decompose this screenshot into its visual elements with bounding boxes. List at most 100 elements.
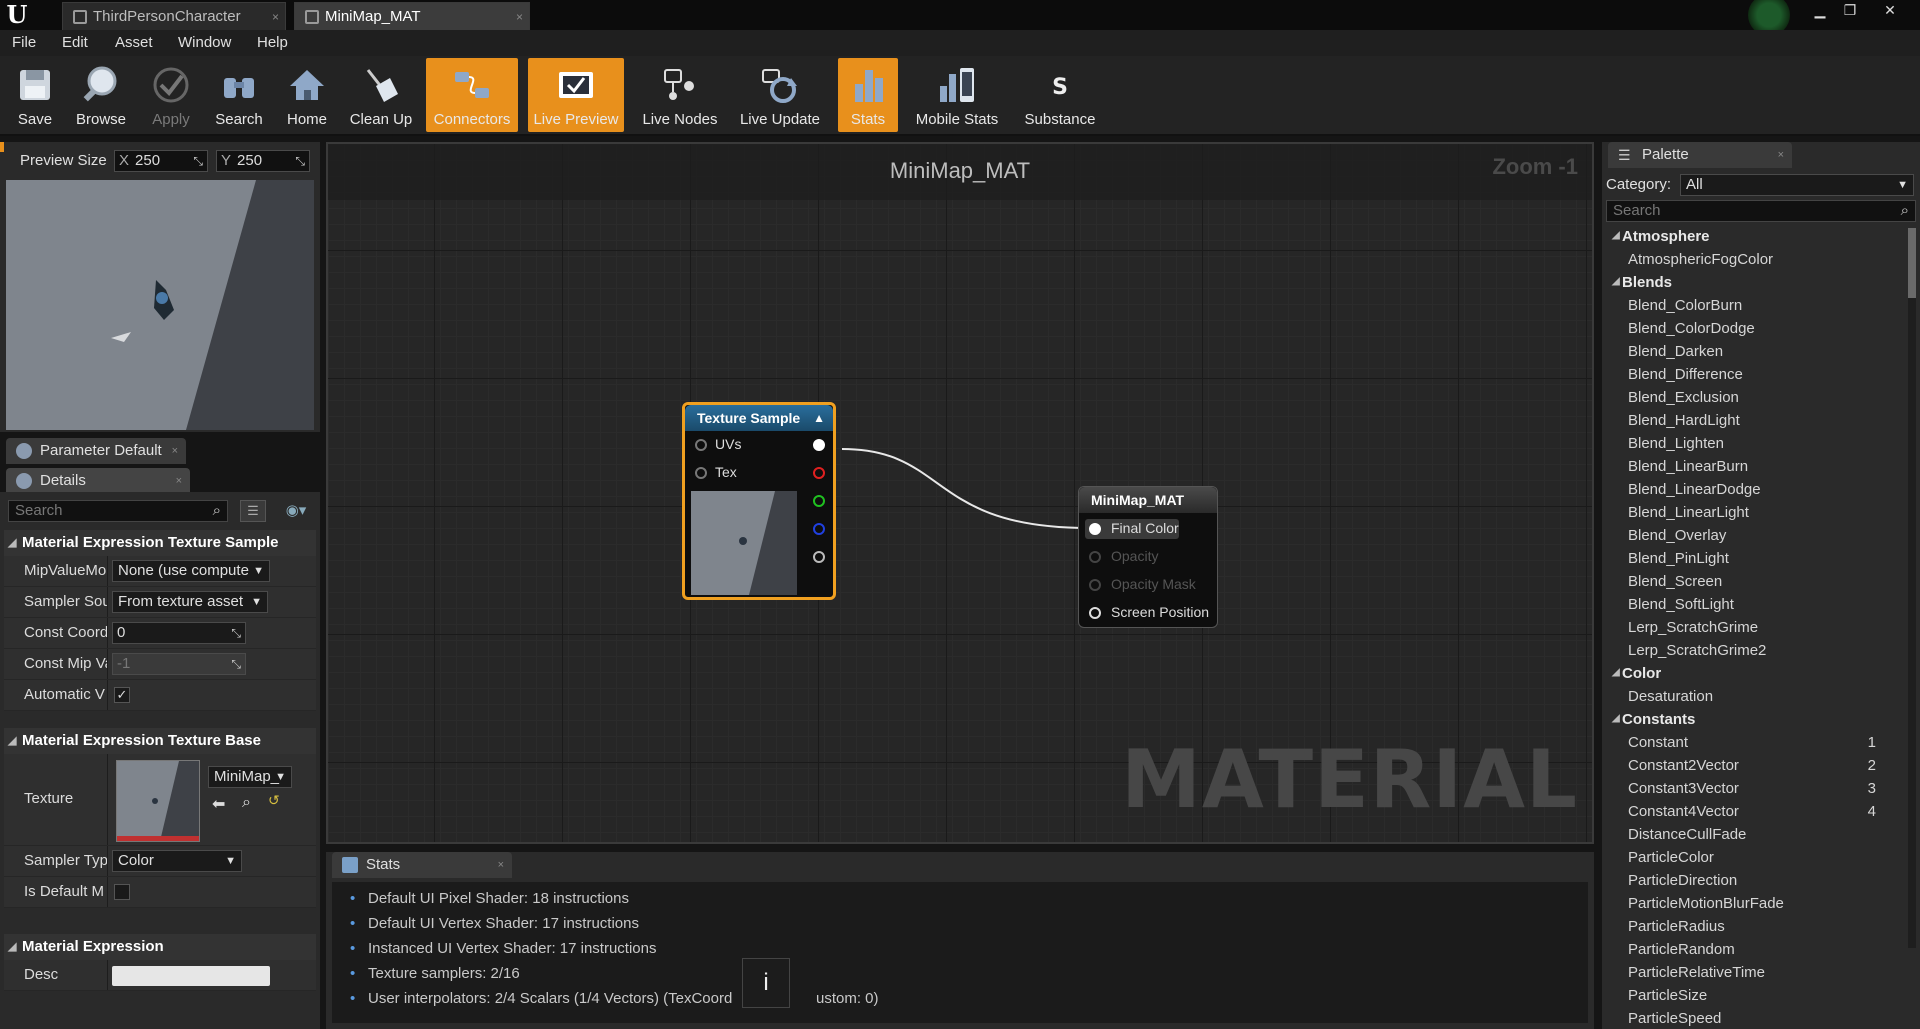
palette-item[interactable]: Blend_LinearBurn (1606, 458, 1904, 480)
category-dropdown[interactable]: All ▼ (1680, 174, 1914, 196)
tab-minimap-mat[interactable]: MiniMap_MAT × (294, 2, 530, 30)
pin-opacity-mask-input[interactable] (1089, 579, 1101, 591)
palette-scrollbar[interactable] (1908, 228, 1916, 948)
sampler-source-dropdown[interactable]: From texture asset ▼ (112, 591, 268, 613)
menu-file[interactable]: File (12, 34, 36, 51)
palette-item[interactable]: Blend_Screen (1606, 573, 1904, 595)
palette-item[interactable]: AtmosphericFogColor (1606, 251, 1904, 273)
clean-up-button[interactable]: Clean Up (346, 58, 416, 132)
use-selected-asset-icon[interactable]: ⬅ (212, 794, 225, 814)
const-coordinate-field[interactable]: 0 ⤡ (112, 622, 246, 644)
search-button[interactable]: Search (208, 58, 270, 132)
palette-item[interactable]: Blend_LinearDodge (1606, 481, 1904, 503)
mip-value-mode-dropdown[interactable]: None (use compute ▼ (112, 560, 270, 582)
pin-uvs-input[interactable] (695, 439, 707, 451)
palette-item[interactable]: Blend_Overlay (1606, 527, 1904, 549)
palette-item[interactable]: ParticleRandom (1606, 941, 1904, 963)
collapse-node-icon[interactable]: ▲ (813, 405, 825, 431)
connectors-button[interactable]: Connectors (426, 58, 518, 132)
menu-help[interactable]: Help (257, 34, 288, 51)
pin-a-output[interactable] (813, 551, 825, 563)
restore-icon[interactable]: ❐ (1836, 0, 1864, 20)
const-mip-value-field[interactable]: -1 ⤡ (112, 653, 246, 675)
close-icon[interactable]: × (176, 468, 182, 494)
palette-item[interactable]: Blend_Darken (1606, 343, 1904, 365)
palette-item[interactable]: Desaturation (1606, 688, 1904, 710)
wire-rgb-to-final-color[interactable] (841, 448, 1089, 529)
tab-third-person-character[interactable]: ThirdPersonCharacter × (62, 2, 286, 30)
material-result-node[interactable]: MiniMap_MAT Final Color Opacity Opacity … (1078, 486, 1218, 628)
palette-item[interactable]: ParticleSpeed (1606, 1010, 1904, 1029)
live-preview-button[interactable]: Live Preview (528, 58, 624, 132)
palette-item[interactable]: ParticleDirection (1606, 872, 1904, 894)
stats-button[interactable]: Stats (838, 58, 898, 132)
drag-handle-icon[interactable]: ⤡ (295, 151, 305, 171)
palette-item[interactable]: DistanceCullFade (1606, 826, 1904, 848)
tab-palette[interactable]: ☰ Palette × (1608, 142, 1792, 168)
texture-sample-node[interactable]: Texture Sample ▲ UVs Tex (682, 402, 836, 600)
drag-handle-icon[interactable]: ⤡ (231, 623, 241, 643)
close-icon[interactable]: × (172, 438, 178, 464)
minimize-icon[interactable]: ▁ (1806, 0, 1834, 20)
browse-asset-icon[interactable]: ⌕ (242, 794, 251, 812)
scrollbar-thumb[interactable] (1908, 228, 1916, 298)
menu-edit[interactable]: Edit (62, 34, 88, 51)
tab-stats[interactable]: Stats × (332, 852, 512, 878)
texture-asset-dropdown[interactable]: MiniMap_ ▼ (208, 766, 292, 788)
tab-parameter-defaults[interactable]: Parameter Default × (6, 438, 186, 464)
texture-thumbnail[interactable] (113, 760, 200, 842)
is-default-meshpaint-checkbox[interactable] (114, 884, 130, 900)
palette-item[interactable]: ParticleColor (1606, 849, 1904, 871)
pin-final-color-input[interactable] (1089, 523, 1101, 535)
palette-item[interactable]: Constant2Vector 2 (1606, 757, 1904, 779)
mobile-stats-button[interactable]: Mobile Stats (906, 58, 1008, 132)
browse-button[interactable]: Browse (70, 58, 132, 132)
palette-item[interactable]: Blend_SoftLight (1606, 596, 1904, 618)
close-icon[interactable]: × (516, 3, 523, 31)
live-nodes-button[interactable]: Live Nodes (634, 58, 726, 132)
drag-handle-icon[interactable]: ⤡ (231, 654, 241, 674)
palette-item[interactable]: Blend_PinLight (1606, 550, 1904, 572)
save-button[interactable]: Save (4, 58, 66, 132)
pin-g-output[interactable] (813, 495, 825, 507)
palette-item[interactable]: Blend_Lighten (1606, 435, 1904, 457)
palette-item[interactable]: Blend_Exclusion (1606, 389, 1904, 411)
palette-item[interactable]: Constant 1 (1606, 734, 1904, 756)
palette-item[interactable]: Lerp_ScratchGrime (1606, 619, 1904, 641)
close-icon[interactable]: × (272, 3, 279, 31)
view-options-icon[interactable]: ◉▾ (276, 500, 316, 522)
palette-item[interactable]: ParticleMotionBlurFade (1606, 895, 1904, 917)
section-material-expression[interactable]: ◢ Material Expression (4, 934, 316, 960)
palette-item[interactable]: Blend_ColorDodge (1606, 320, 1904, 342)
material-preview-viewport[interactable] (6, 180, 314, 430)
palette-search-input[interactable]: Search ⌕ (1606, 200, 1916, 222)
tab-details[interactable]: Details × (6, 468, 190, 494)
palette-item[interactable]: Constant4Vector 4 (1606, 803, 1904, 825)
section-texture-base[interactable]: ◢ Material Expression Texture Base (4, 728, 316, 754)
apply-button[interactable]: Apply (136, 58, 206, 132)
palette-item[interactable]: ParticleRadius (1606, 918, 1904, 940)
automatic-view-mip-checkbox[interactable]: ✓ (114, 687, 130, 703)
palette-item[interactable]: ParticleRelativeTime (1606, 964, 1904, 986)
pin-r-output[interactable] (813, 467, 825, 479)
palette-item[interactable]: Blend_LinearLight (1606, 504, 1904, 526)
sampler-type-dropdown[interactable]: Color ▼ (112, 850, 242, 872)
close-icon[interactable]: × (1778, 142, 1784, 168)
palette-item[interactable]: Blend_Difference (1606, 366, 1904, 388)
palette-item[interactable]: Constant3Vector 3 (1606, 780, 1904, 802)
pin-rgb-output[interactable] (813, 439, 825, 451)
palette-category[interactable]: ◢ Atmosphere (1606, 228, 1904, 250)
palette-item[interactable]: Lerp_ScratchGrime2 (1606, 642, 1904, 664)
material-graph[interactable]: MiniMap_MAT Zoom -1 MATERIAL Texture Sam… (326, 142, 1594, 844)
close-window-icon[interactable]: ✕ (1876, 0, 1904, 20)
palette-item[interactable]: ParticleSize (1606, 987, 1904, 1009)
menu-asset[interactable]: Asset (115, 34, 153, 51)
unreal-logo-icon[interactable]: U (4, 2, 30, 28)
details-search-input[interactable]: Search ⌕ (8, 500, 228, 522)
palette-item[interactable]: Blend_ColorBurn (1606, 297, 1904, 319)
palette-category[interactable]: ◢ Constants (1606, 711, 1904, 733)
drag-handle-icon[interactable]: ⤡ (193, 151, 203, 171)
substance-button[interactable]: S Substance (1018, 58, 1102, 132)
palette-item[interactable]: Blend_HardLight (1606, 412, 1904, 434)
property-matrix-icon[interactable]: ☰ (240, 500, 266, 522)
